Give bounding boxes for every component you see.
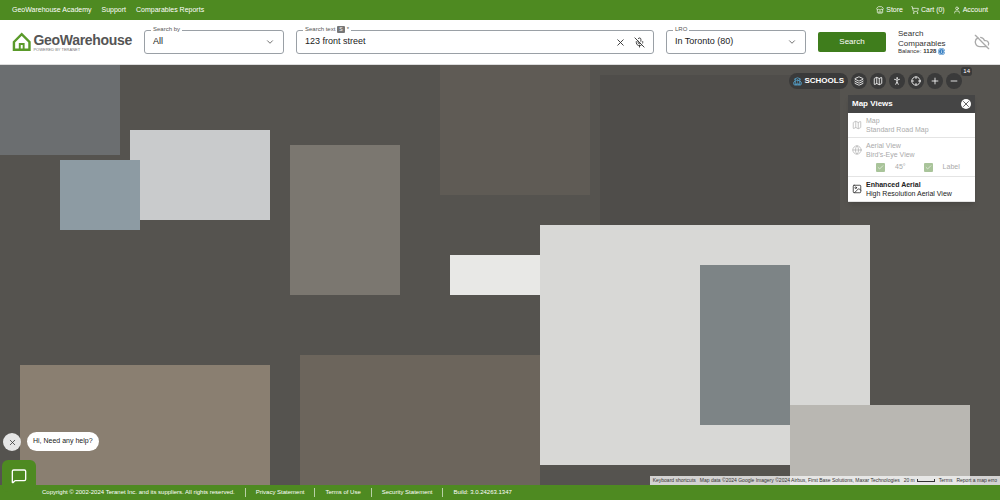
aerial-block bbox=[130, 130, 270, 220]
street-view-button[interactable] bbox=[889, 73, 905, 89]
aerial-icon bbox=[852, 184, 862, 194]
map-canvas[interactable]: SCHOOLS14Map ViewsMapStandard Road MapAe… bbox=[0, 65, 1000, 485]
dropdown-icon bbox=[787, 37, 797, 47]
map-attribution: Keyboard shortcuts Map data ©2024 Google … bbox=[650, 476, 1000, 485]
map-views-panel: Map ViewsMapStandard Road MapAerial View… bbox=[848, 95, 975, 202]
clear-icon[interactable] bbox=[615, 37, 626, 48]
close-icon[interactable] bbox=[961, 99, 971, 109]
plus-icon bbox=[930, 76, 940, 86]
attribution-text[interactable]: Keyboard shortcuts bbox=[653, 477, 696, 485]
locate-button[interactable] bbox=[908, 73, 924, 89]
cart-icon bbox=[911, 6, 919, 14]
globe-icon bbox=[852, 145, 862, 155]
mic-off-icon[interactable] bbox=[634, 37, 645, 48]
close-icon bbox=[8, 438, 17, 447]
map-view-option[interactable]: Aerial ViewBird's-Eye View45°Label bbox=[848, 138, 975, 177]
aerial-block bbox=[60, 160, 140, 230]
account-icon bbox=[953, 6, 961, 14]
person-icon bbox=[892, 76, 902, 86]
info-icon[interactable] bbox=[938, 48, 945, 55]
aerial-block bbox=[440, 65, 590, 195]
aerial-block bbox=[790, 405, 970, 485]
search-header: GeoWarehousePOWERED BY TERANET Search byA… bbox=[0, 20, 1000, 65]
aerial-block bbox=[290, 145, 400, 295]
layers-icon bbox=[854, 76, 864, 86]
attribution-link[interactable]: Report a map erro bbox=[956, 477, 997, 485]
footer: Copyright © 2002-2024 Teranet Inc. and i… bbox=[0, 485, 1000, 500]
chat-icon bbox=[11, 468, 27, 484]
top-link[interactable]: Support bbox=[102, 5, 127, 16]
aerial-block bbox=[20, 365, 270, 485]
footer-link[interactable]: Security Statement bbox=[371, 488, 433, 497]
chat-close[interactable] bbox=[3, 433, 21, 451]
attribution-link[interactable]: Terms bbox=[939, 477, 953, 485]
map-view-option[interactable]: MapStandard Road Map bbox=[848, 113, 975, 138]
search-by-select[interactable]: Search byAll bbox=[144, 30, 284, 54]
logo[interactable]: GeoWarehousePOWERED BY TERANET bbox=[12, 32, 132, 52]
school-icon bbox=[793, 77, 802, 86]
map-views-header: Map Views bbox=[848, 95, 975, 113]
chat-bubble[interactable]: Hi, Need any help? bbox=[27, 432, 99, 451]
chat-button[interactable] bbox=[2, 460, 36, 492]
map-icon bbox=[852, 120, 862, 130]
view-checkbox[interactable]: Label bbox=[924, 162, 960, 173]
schools-button[interactable]: SCHOOLS bbox=[789, 73, 848, 89]
map-button[interactable] bbox=[870, 73, 886, 89]
footer-link[interactable]: Privacy Statement bbox=[245, 488, 305, 497]
top-right-link[interactable]: Account bbox=[953, 5, 988, 16]
scale: 20 m bbox=[904, 477, 935, 485]
aerial-block bbox=[300, 355, 540, 485]
build-number: Build: 3.0.24263.1347 bbox=[442, 488, 511, 497]
map-toolbar: SCHOOLS14 bbox=[789, 73, 962, 89]
top-right-link[interactable]: Store bbox=[876, 5, 903, 16]
copyright: Copyright © 2002-2024 Teranet Inc. and i… bbox=[42, 488, 235, 497]
map-icon bbox=[873, 76, 883, 86]
footer-link[interactable]: Terms of Use bbox=[314, 488, 360, 497]
house-logo-icon bbox=[12, 32, 31, 52]
top-link[interactable]: GeoWarehouse Academy bbox=[12, 5, 92, 16]
top-bar: GeoWarehouse Academy Support Comparables R… bbox=[0, 0, 1000, 20]
top-right-link[interactable]: Cart (0) bbox=[911, 5, 945, 16]
check-icon bbox=[877, 164, 884, 171]
shortcut-badge: S bbox=[337, 26, 344, 34]
dropdown-icon bbox=[265, 37, 275, 47]
aerial-block bbox=[450, 255, 540, 295]
zoom-badge: 14 bbox=[961, 67, 972, 76]
view-checkbox[interactable]: 45° bbox=[876, 162, 906, 173]
top-link[interactable]: Comparables Reports bbox=[136, 5, 204, 16]
zoom-out-button[interactable] bbox=[946, 73, 962, 89]
search-button[interactable]: Search bbox=[818, 32, 886, 52]
search-text-input[interactable]: Search textS*123 front street bbox=[296, 30, 654, 54]
zoom-in-button[interactable] bbox=[927, 73, 943, 89]
minus-icon bbox=[949, 76, 959, 86]
crosshair-icon bbox=[911, 76, 921, 86]
app: GeoWarehouse Academy Support Comparables R… bbox=[0, 0, 1000, 500]
map-view-option[interactable]: Enhanced AerialHigh Resolution Aerial Vi… bbox=[848, 177, 975, 202]
offline-icon[interactable] bbox=[974, 34, 990, 50]
aerial-block bbox=[0, 65, 120, 155]
search-comparables[interactable]: Search ComparablesBalance:1128 bbox=[898, 29, 948, 54]
lro-select[interactable]: LROIn Toronto (80) bbox=[666, 30, 806, 54]
aerial-block bbox=[600, 75, 840, 235]
aerial-block bbox=[700, 265, 790, 425]
check-icon bbox=[925, 164, 932, 171]
attribution-text[interactable]: Map data ©2024 Google Imagery ©2024 Airb… bbox=[700, 477, 900, 485]
store-icon bbox=[876, 6, 884, 14]
layers-button[interactable] bbox=[851, 73, 867, 89]
